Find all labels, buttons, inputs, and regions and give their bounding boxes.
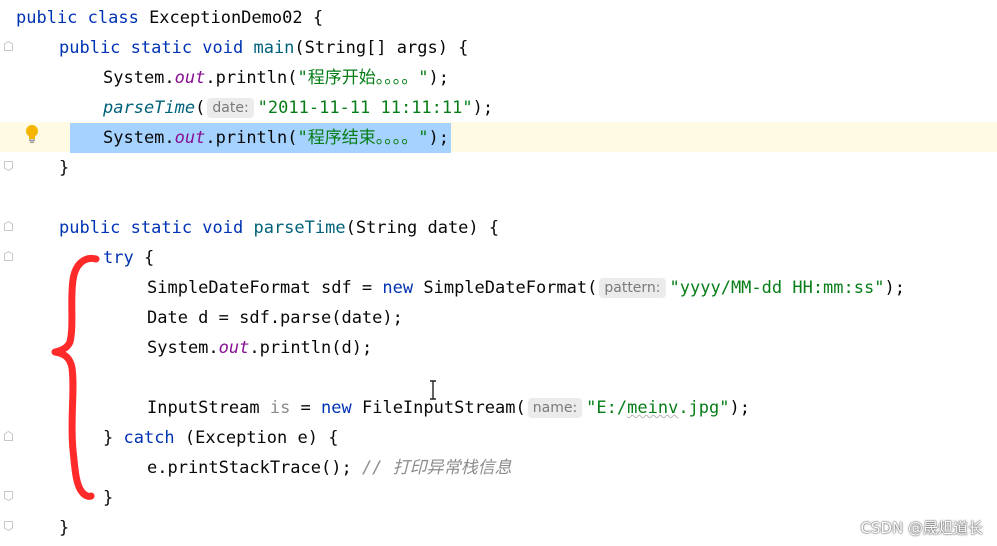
code-text: } xyxy=(103,428,124,448)
code-line-14[interactable]: InputStream is = new FileInputStream(nam… xyxy=(0,393,997,423)
fold-marker-icon[interactable] xyxy=(4,221,13,231)
watermark: CSDN @晟炟道长 xyxy=(860,519,983,537)
code-text: ); xyxy=(428,128,449,148)
field-name: out xyxy=(174,128,206,148)
keyword: public static void xyxy=(59,218,254,238)
method-name: main xyxy=(253,38,295,58)
fold-marker-icon[interactable] xyxy=(4,431,13,441)
typo-warning: meinv xyxy=(627,398,679,418)
code-line-4[interactable]: parseTime(date: "2011-11-11 11:11:11"); xyxy=(0,93,997,123)
method-name: parseTime xyxy=(253,218,346,238)
code-text: = xyxy=(290,398,322,418)
code-text: .println( xyxy=(205,68,298,88)
code-text: } xyxy=(103,488,114,508)
code-text: ); xyxy=(729,398,750,418)
fold-marker-icon[interactable] xyxy=(4,521,13,531)
code-text: (Exception e) { xyxy=(174,428,339,448)
code-line-18[interactable]: } xyxy=(0,513,997,543)
code-line-2[interactable]: public static void main(String[] args) { xyxy=(0,33,997,63)
code-text: FileInputStream( xyxy=(351,398,526,418)
code-text: ( xyxy=(195,98,206,118)
code-line-3[interactable]: System.out.println("程序开始。。。。"); xyxy=(0,63,997,93)
keyword: new xyxy=(382,278,414,298)
param-hint: name: xyxy=(527,398,583,418)
keyword: public static void xyxy=(59,38,254,58)
field-name: out xyxy=(218,338,250,358)
code-text: { xyxy=(133,248,155,268)
code-text: ); xyxy=(884,278,905,298)
fold-marker-icon[interactable] xyxy=(4,161,13,171)
code-text: System. xyxy=(103,68,175,88)
code-text: SimpleDateFormat( xyxy=(413,278,598,298)
code-line-12[interactable]: System.out.println(d); xyxy=(0,333,997,363)
fold-marker-icon[interactable] xyxy=(4,491,13,501)
code-line-17[interactable]: } xyxy=(0,483,997,513)
string-literal: "E:/ xyxy=(586,398,628,418)
string-literal: "程序结束。。。。" xyxy=(297,128,429,148)
code-text: ); xyxy=(472,98,494,118)
code-text: (String[] args) { xyxy=(294,38,469,58)
code-text: Date d = sdf.parse(date); xyxy=(147,308,403,328)
code-text: e.printStackTrace(); xyxy=(147,458,362,478)
string-literal: "程序开始。。。。" xyxy=(297,68,429,88)
code-comment: // 打印异常栈信息 xyxy=(361,458,512,478)
class-name: ExceptionDemo02 { xyxy=(149,8,324,28)
code-text: .println( xyxy=(205,128,298,148)
code-line-9[interactable]: try { xyxy=(0,243,997,273)
keyword: catch xyxy=(123,428,175,448)
code-text: } xyxy=(59,158,70,178)
code-text: (String date) { xyxy=(345,218,500,238)
code-text: System. xyxy=(103,128,175,148)
code-text: .println(d); xyxy=(249,338,373,358)
keyword: try xyxy=(103,248,134,268)
code-text: System. xyxy=(147,338,219,358)
code-editor[interactable]: public class ExceptionDemo02 { public st… xyxy=(0,0,997,546)
method-call: parseTime xyxy=(103,98,196,118)
lightbulb-icon[interactable] xyxy=(24,124,40,148)
text-cursor-icon xyxy=(428,380,438,404)
code-text: ); xyxy=(428,68,449,88)
code-line-1[interactable]: public class ExceptionDemo02 { xyxy=(0,3,997,33)
code-text: } xyxy=(59,518,70,538)
param-hint: pattern: xyxy=(599,278,666,298)
code-line-5[interactable]: System.out.println("程序结束。。。。"); xyxy=(0,123,997,153)
string-literal: "2011-11-11 11:11:11" xyxy=(257,98,473,118)
code-line-11[interactable]: Date d = sdf.parse(date); xyxy=(0,303,997,333)
keyword: public class xyxy=(16,8,150,28)
fold-marker-icon[interactable] xyxy=(4,41,13,51)
param-hint: date: xyxy=(207,98,254,118)
field-name: out xyxy=(174,68,206,88)
code-text: SimpleDateFormat sdf = xyxy=(147,278,383,298)
selected-text[interactable]: System.out.println("程序结束。。。。"); xyxy=(70,123,451,153)
keyword: new xyxy=(321,398,352,418)
code-line-16[interactable]: e.printStackTrace(); // 打印异常栈信息 xyxy=(0,453,997,483)
fold-marker-icon[interactable] xyxy=(4,251,13,261)
code-text: InputStream xyxy=(147,398,270,418)
unused-variable: is xyxy=(269,398,291,418)
string-literal: .jpg" xyxy=(678,398,730,418)
code-line-15[interactable]: } catch (Exception e) { xyxy=(0,423,997,453)
code-line-8[interactable]: public static void parseTime(String date… xyxy=(0,213,997,243)
string-literal: "yyyy/MM-dd HH:mm:ss" xyxy=(669,278,885,298)
code-line-10[interactable]: SimpleDateFormat sdf = new SimpleDateFor… xyxy=(0,273,997,303)
code-line-6[interactable]: } xyxy=(0,153,997,183)
